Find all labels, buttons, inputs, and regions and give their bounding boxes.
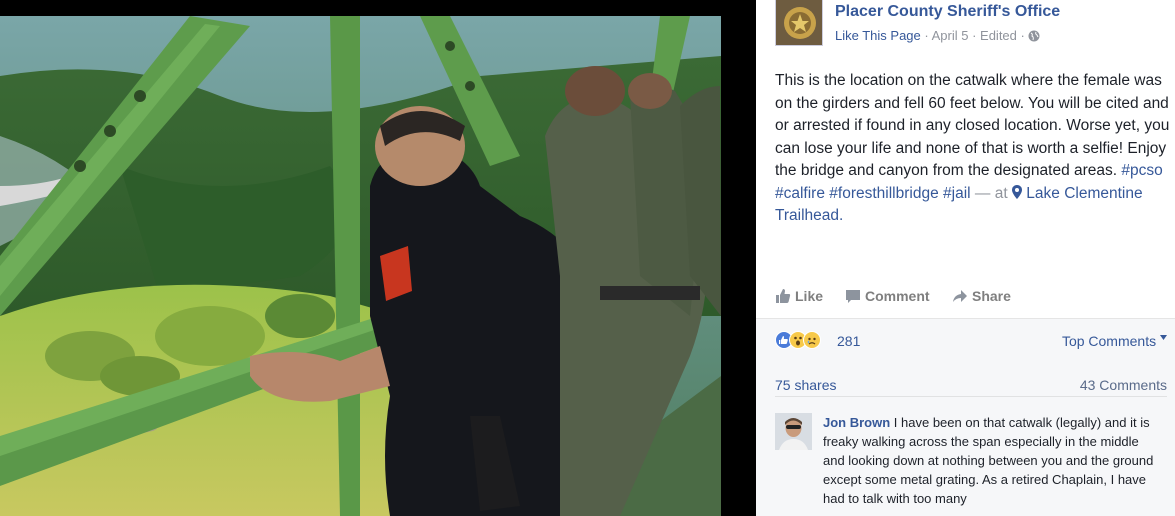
shares-count-link[interactable]: 75 shares xyxy=(775,377,836,393)
user-photo-icon xyxy=(775,413,812,450)
share-arrow-icon xyxy=(953,290,967,302)
post-photo[interactable] xyxy=(0,16,721,516)
comment-author-link[interactable]: Jon Brown xyxy=(823,415,890,430)
thumbs-up-icon xyxy=(776,289,791,303)
page-avatar[interactable] xyxy=(775,0,823,46)
edited-link[interactable]: Edited xyxy=(980,28,1017,43)
at-label: — at xyxy=(974,184,1008,202)
page-name-link[interactable]: Placer County Sheriff's Office xyxy=(835,3,1060,21)
caret-down-icon xyxy=(1160,333,1167,349)
commenter-avatar[interactable] xyxy=(775,413,812,450)
like-page-link[interactable]: Like This Page xyxy=(835,28,921,43)
comment-button[interactable]: Comment xyxy=(845,288,930,304)
stats-area: 281 Top Comments 75 shares 43 Comments J… xyxy=(756,318,1175,516)
like-label: Like xyxy=(795,288,824,304)
post-date-link[interactable]: April 5 xyxy=(932,28,969,43)
top-comments-dropdown[interactable]: Top Comments xyxy=(1062,333,1167,349)
comment-icon xyxy=(846,290,860,303)
meta-separator: · xyxy=(968,28,981,43)
photo-area xyxy=(0,0,756,516)
like-button[interactable]: Like xyxy=(775,288,823,304)
post-panel: Placer County Sheriff's Office Like This… xyxy=(756,0,1175,516)
comment-label: Comment xyxy=(865,288,930,304)
reaction-count[interactable]: 281 xyxy=(837,333,860,349)
top-comments-label: Top Comments xyxy=(1061,333,1157,349)
meta-separator: · xyxy=(1016,28,1029,43)
share-button[interactable]: Share xyxy=(952,288,1011,304)
post-header: Placer County Sheriff's Office Like This… xyxy=(775,0,1175,50)
engagement-stats: 75 shares 43 Comments xyxy=(775,377,1167,397)
comment-body: Jon Brown I have been on that catwalk (l… xyxy=(823,413,1163,508)
hashtag-link[interactable]: #pcso xyxy=(1121,162,1162,179)
hashtag-link[interactable]: #jail xyxy=(943,185,971,202)
post-text: This is the location on the catwalk wher… xyxy=(775,70,1170,228)
hashtag-link[interactable]: #calfire xyxy=(775,185,825,202)
photo-illustration xyxy=(0,16,721,516)
globe-icon[interactable] xyxy=(1028,30,1040,45)
hashtag-link[interactable]: #foresthillbridge xyxy=(829,185,938,202)
meta-separator: · xyxy=(920,28,932,43)
share-label: Share xyxy=(972,288,1011,304)
post-meta: Like This Page · April 5 · Edited · xyxy=(835,28,1040,45)
sheriff-badge-icon xyxy=(776,0,822,45)
comments-count-link[interactable]: 43 Comments xyxy=(1080,377,1167,393)
sad-reaction-icon xyxy=(803,331,821,349)
location-pin-icon xyxy=(1011,184,1022,202)
post-body: This is the location on the catwalk wher… xyxy=(775,72,1170,179)
